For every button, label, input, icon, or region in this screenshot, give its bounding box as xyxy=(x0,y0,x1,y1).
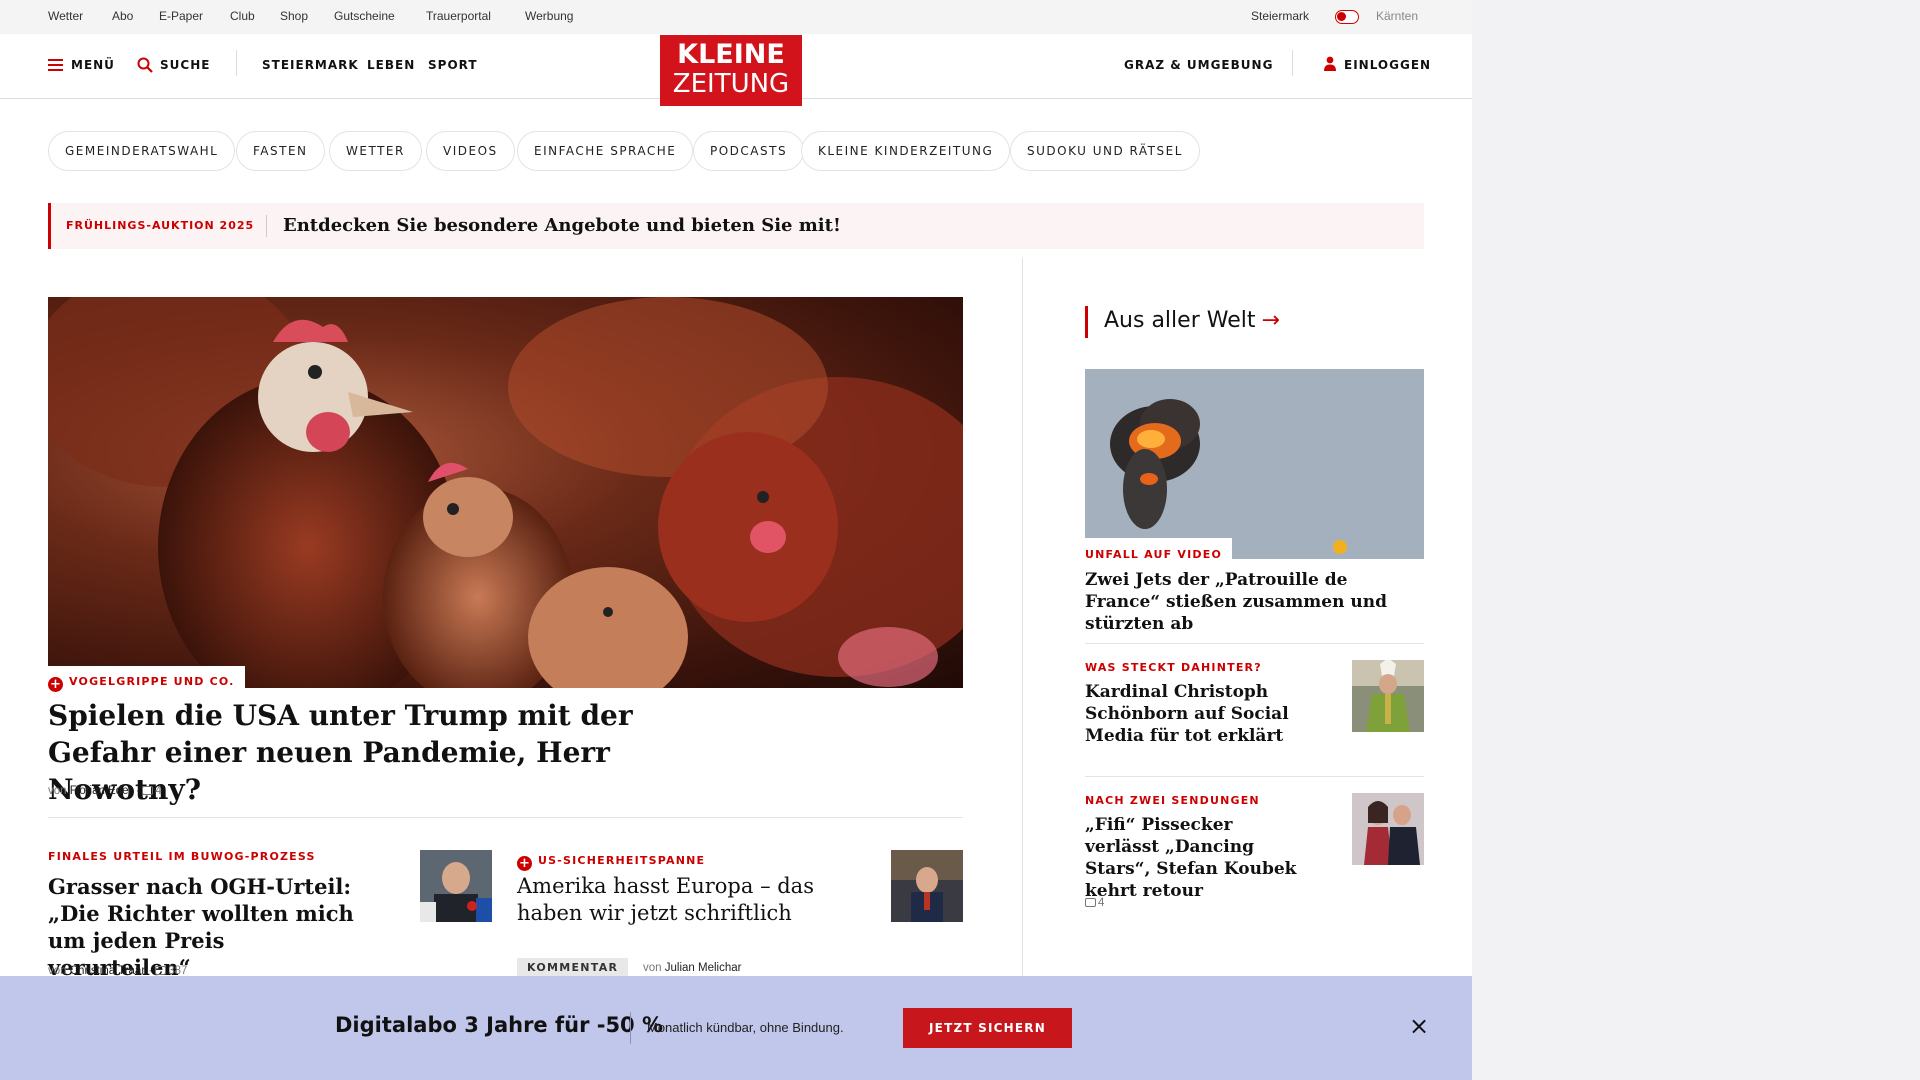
sidebar-item3-title[interactable]: „Fifi“ Pissecker verlässt „Dancing Stars… xyxy=(1085,814,1310,902)
sidebar-item2-thumbnail[interactable] xyxy=(1352,660,1424,732)
menu-button[interactable]: MENÜ xyxy=(71,58,115,72)
promo-divider xyxy=(266,215,267,237)
sidebar-item1-kicker: UNFALL AUF VIDEO xyxy=(1085,548,1223,561)
sidebar-heading[interactable]: Aus aller Welt → xyxy=(1085,306,1280,338)
util-link-werbung[interactable]: Werbung xyxy=(525,9,573,23)
sidebar-heading-text: Aus aller Welt xyxy=(1104,308,1256,333)
sidebar-item1-kicker-box: UNFALL AUF VIDEO xyxy=(1085,538,1233,561)
teaser1-kicker: FINALES URTEIL IM BUWOG-PROZESS xyxy=(48,850,316,863)
teaser2-photo xyxy=(891,850,963,922)
teaser2-thumbnail[interactable] xyxy=(891,850,963,922)
region-link[interactable]: GRAZ & UMGEBUNG xyxy=(1124,58,1273,72)
sidebar-item3-byline: 4 xyxy=(1085,897,1104,909)
teaser2-kicker-label: US-SICHERHEITSPANNE xyxy=(538,854,706,867)
utility-bar: Wetter Abo E-Paper Club Shop Gutscheine … xyxy=(0,0,1472,34)
nav-sport[interactable]: SPORT xyxy=(428,58,478,72)
offer-subtext: Monatlich kündbar, ohne Bindung. xyxy=(647,1020,844,1035)
teaser2-kicker: + US-SICHERHEITSPANNE xyxy=(517,849,705,871)
sidebar-item2-kicker: WAS STECKT DAHINTER? xyxy=(1085,661,1262,674)
util-link-abo[interactable]: Abo xyxy=(112,9,133,23)
hero-comment-count[interactable]: 4 xyxy=(155,785,161,797)
page: Wetter Abo E-Paper Club Shop Gutscheine … xyxy=(0,0,1472,1080)
teaser1-thumbnail[interactable] xyxy=(420,850,492,922)
sidebar-lead-image[interactable] xyxy=(1085,369,1424,559)
login-button[interactable]: EINLOGGEN xyxy=(1344,58,1431,72)
close-icon[interactable]: × xyxy=(1408,1014,1430,1038)
subscription-offer-bar: Digitalabo 3 Jahre für -50 % Monatlich k… xyxy=(0,976,1472,1080)
empty-viewport-area xyxy=(1472,0,1920,1080)
nav-leben[interactable]: LEBEN xyxy=(367,58,415,72)
user-icon[interactable] xyxy=(1324,56,1336,72)
logo-line1: KLEINE xyxy=(677,39,785,70)
hero-kicker-label: VOGELGRIPPE UND CO. xyxy=(69,675,235,688)
sidebar-item1-title[interactable]: Zwei Jets der „Patrouille de France“ sti… xyxy=(1085,569,1415,635)
toggle-knob xyxy=(1337,12,1346,21)
kommentar-label: KOMMENTAR xyxy=(517,958,629,978)
nav-steiermark[interactable]: STEIERMARK xyxy=(262,58,359,72)
offer-divider xyxy=(630,1012,631,1044)
arrow-right-icon: → xyxy=(1261,308,1280,333)
topic-pill[interactable]: KLEINE KINDERZEITUNG xyxy=(801,131,1011,171)
topic-pill[interactable]: FASTEN xyxy=(236,131,325,171)
offer-cta-button[interactable]: JETZT SICHERN xyxy=(903,1008,1072,1048)
main-header: MENÜ SUCHE STEIERMARK LEBEN SPORT KLEINE… xyxy=(0,34,1472,106)
promo-banner[interactable]: FRÜHLINGS-AUKTION 2025 Entdecken Sie bes… xyxy=(48,203,1424,249)
util-link-wetter[interactable]: Wetter xyxy=(48,9,83,23)
plus-icon: + xyxy=(48,677,63,692)
util-link-epaper[interactable]: E-Paper xyxy=(159,9,203,23)
util-link-gutscheine[interactable]: Gutscheine xyxy=(334,9,395,23)
search-button[interactable]: SUCHE xyxy=(160,58,210,72)
teaser1-photo xyxy=(420,850,492,922)
byline-prefix: von xyxy=(643,962,662,974)
hamburger-icon[interactable] xyxy=(48,59,63,71)
topic-pill[interactable]: PODCASTS xyxy=(693,131,805,171)
jets-explosion-photo xyxy=(1085,369,1424,559)
search-icon[interactable] xyxy=(137,57,153,73)
plus-icon: + xyxy=(517,856,532,871)
util-link-trauerportal[interactable]: Trauerportal xyxy=(426,9,491,23)
sidebar-item3-kicker: NACH ZWEI SENDUNGEN xyxy=(1085,794,1260,807)
byline-prefix: von xyxy=(48,785,67,797)
hero-photo-chickens xyxy=(48,297,963,688)
topic-pill[interactable]: WETTER xyxy=(329,131,422,171)
hero-byline: von Florian Eder · 4 xyxy=(48,785,162,797)
sidebar-item3-comment-count[interactable]: 4 xyxy=(1098,897,1104,909)
column-divider xyxy=(1022,258,1023,978)
topic-pill[interactable]: SUDOKU UND RÄTSEL xyxy=(1010,131,1200,171)
topic-pill[interactable]: GEMEINDERATSWAHL xyxy=(48,131,236,171)
dancing-stars-photo xyxy=(1352,793,1424,865)
comment-icon xyxy=(142,786,154,795)
region-toggle[interactable] xyxy=(1335,10,1359,24)
separator xyxy=(1085,643,1424,644)
offer-headline: Digitalabo 3 Jahre für -50 % xyxy=(335,1013,664,1037)
teaser2-title[interactable]: Amerika hasst Europa – das haben wir jet… xyxy=(517,873,837,927)
hero-kicker: + VOGELGRIPPE UND CO. xyxy=(48,666,245,692)
util-link-shop[interactable]: Shop xyxy=(280,9,308,23)
region-kaernten[interactable]: Kärnten xyxy=(1376,9,1418,23)
topic-pill[interactable]: VIDEOS xyxy=(426,131,515,171)
separator xyxy=(1085,776,1424,777)
region-steiermark[interactable]: Steiermark xyxy=(1251,9,1309,23)
sidebar-item3-thumbnail[interactable] xyxy=(1352,793,1424,865)
promo-tag: FRÜHLINGS-AUKTION 2025 xyxy=(66,219,255,232)
site-logo[interactable]: KLEINE ZEITUNG xyxy=(660,35,802,106)
comment-icon xyxy=(1085,898,1096,907)
separator xyxy=(48,817,963,818)
topic-pill[interactable]: EINFACHE SPRACHE xyxy=(517,131,694,171)
comment-icon xyxy=(155,966,167,975)
header-divider xyxy=(1292,50,1293,76)
logo-line2: ZEITUNG xyxy=(672,69,790,99)
promo-text: Entdecken Sie besondere Angebote und bie… xyxy=(283,215,841,236)
util-link-club[interactable]: Club xyxy=(230,9,255,23)
hero-image[interactable] xyxy=(48,297,963,688)
header-divider xyxy=(236,50,237,76)
teaser2-author[interactable]: Julian Melichar xyxy=(665,962,742,974)
cardinal-photo xyxy=(1352,660,1424,732)
hero-author[interactable]: Florian Eder xyxy=(70,785,133,797)
sidebar-item2-title[interactable]: Kardinal Christoph Schönborn auf Social … xyxy=(1085,681,1310,747)
teaser2-byline: von Julian Melichar xyxy=(643,962,741,974)
